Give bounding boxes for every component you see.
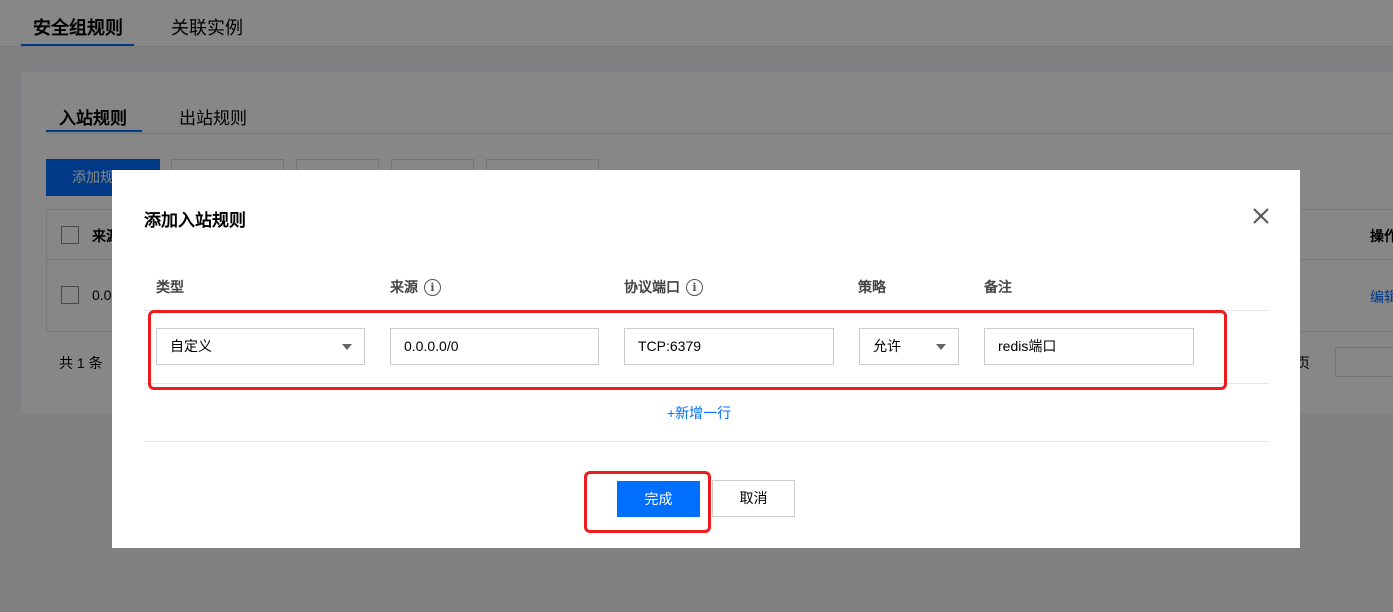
- close-icon[interactable]: [1251, 206, 1271, 226]
- add-row-link[interactable]: +新增一行: [667, 403, 731, 423]
- highlight-done-button: [584, 471, 711, 533]
- highlight-rule-row: [148, 310, 1227, 390]
- column-protocol-port-label: 协议端口: [624, 279, 680, 295]
- info-icon[interactable]: i: [424, 278, 441, 296]
- column-type: 类型: [156, 277, 184, 297]
- column-policy-label: 策略: [858, 279, 886, 295]
- column-source: 来源 i: [390, 277, 441, 297]
- column-type-label: 类型: [156, 279, 184, 295]
- column-source-label: 来源: [390, 279, 418, 295]
- footer-divider: [144, 441, 1269, 442]
- column-policy: 策略: [858, 277, 886, 297]
- column-remark: 备注: [984, 277, 1012, 297]
- info-icon[interactable]: i: [686, 278, 703, 296]
- cancel-button[interactable]: 取消: [712, 480, 795, 517]
- column-remark-label: 备注: [984, 279, 1012, 295]
- column-protocol-port: 协议端口 i: [624, 277, 703, 297]
- dialog-title: 添加入站规则: [144, 211, 246, 230]
